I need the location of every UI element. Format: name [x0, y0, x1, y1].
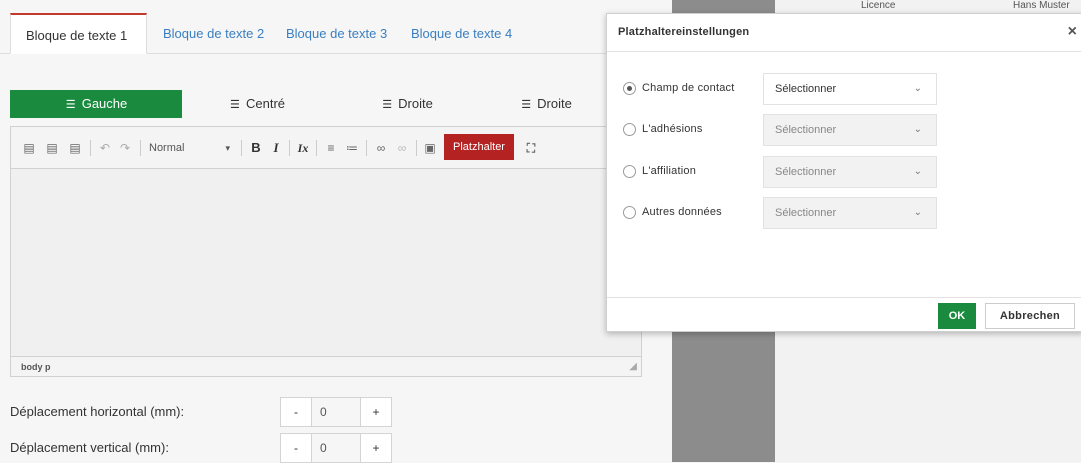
editor-toolbar: ▤ ▤ ▤ ↶ ↷ Normal ▾ B I Ix ≡ ≔ ∞ ∞ ▣ Plat…	[11, 127, 641, 169]
toolbar-separator	[366, 140, 367, 156]
horizontal-offset-input[interactable]: 0	[312, 397, 360, 427]
toolbar-separator	[90, 140, 91, 156]
affiliation-select[interactable]: Sélectionner ⌄	[763, 156, 937, 188]
align-left-icon: ☰	[65, 99, 76, 111]
option-contact-field: Champ de contact Sélectionner ⌄	[623, 73, 943, 105]
rich-text-editor: ▤ ▤ ▤ ↶ ↷ Normal ▾ B I Ix ≡ ≔ ∞ ∞ ▣ Plat…	[10, 126, 642, 377]
placeholder-settings-dialog: Platzhaltereinstellungen × Champ de cont…	[606, 13, 1081, 332]
column-header-licence: Licence	[861, 0, 896, 11]
unlink-icon[interactable]: ∞	[394, 140, 410, 156]
editor-content-area[interactable]	[11, 170, 641, 355]
align-justify-button[interactable]: ☰ Droite	[482, 90, 610, 118]
vertical-offset-row: Déplacement vertical (mm): - 0 +	[10, 433, 410, 463]
paste-word-icon[interactable]: ▤	[67, 140, 83, 156]
contact-field-select[interactable]: Sélectionner ⌄	[763, 73, 937, 105]
option-label: Autres données	[642, 206, 722, 218]
other-data-select[interactable]: Sélectionner ⌄	[763, 197, 937, 229]
radio-contact-field[interactable]	[623, 82, 636, 95]
numbered-list-icon[interactable]: ≡	[323, 140, 339, 156]
align-left-button[interactable]: ☰ Gauche	[10, 90, 182, 118]
ok-button[interactable]: OK	[938, 303, 976, 329]
horizontal-decrement-button[interactable]: -	[280, 397, 312, 427]
toolbar-separator	[289, 140, 290, 156]
chevron-down-icon: ▾	[225, 143, 230, 153]
bulleted-list-icon[interactable]: ≔	[344, 140, 360, 156]
horizontal-offset-row: Déplacement horizontal (mm): - 0 +	[10, 397, 410, 427]
membership-select[interactable]: Sélectionner ⌄	[763, 114, 937, 146]
vertical-decrement-button[interactable]: -	[280, 433, 312, 463]
chevron-down-icon: ⌄	[913, 124, 922, 135]
vertical-offset-input[interactable]: 0	[312, 433, 360, 463]
toolbar-separator	[241, 140, 242, 156]
resize-handle-icon[interactable]: ◢	[629, 357, 637, 377]
horizontal-offset-stepper: - 0 +	[280, 397, 405, 427]
placeholder-button[interactable]: Platzhalter	[444, 134, 514, 160]
radio-affiliation[interactable]	[623, 165, 636, 178]
tab-text-block-3[interactable]: Bloque de texte 3	[286, 13, 387, 54]
tab-text-block-2[interactable]: Bloque de texte 2	[163, 13, 264, 54]
chevron-down-icon: ⌄	[913, 207, 922, 218]
redo-icon[interactable]: ↷	[117, 140, 133, 156]
align-center-button[interactable]: ☰ Centré	[182, 90, 332, 118]
option-label: L'affiliation	[642, 165, 697, 177]
horizontal-increment-button[interactable]: +	[360, 397, 392, 427]
bold-icon[interactable]: B	[248, 140, 264, 156]
undo-icon[interactable]: ↶	[97, 140, 113, 156]
close-icon[interactable]: ×	[1068, 23, 1077, 41]
editor-element-path: body p ◢	[11, 356, 641, 376]
cancel-button[interactable]: Abbrechen	[985, 303, 1075, 329]
toolbar-separator	[416, 140, 417, 156]
tab-text-block-4[interactable]: Bloque de texte 4	[411, 13, 512, 54]
tab-text-block-1[interactable]: Bloque de texte 1	[10, 13, 147, 54]
option-label: Champ de contact	[642, 82, 735, 94]
horizontal-offset-label: Déplacement horizontal (mm):	[10, 404, 185, 419]
column-header-name: Hans Muster	[1013, 0, 1070, 11]
align-right-button[interactable]: ☰ Droite	[332, 90, 482, 118]
vertical-offset-label: Déplacement vertical (mm):	[10, 440, 169, 455]
toolbar-separator	[140, 140, 141, 156]
option-affiliation: L'affiliation Sélectionner ⌄	[623, 156, 943, 188]
paste-text-icon[interactable]: ▤	[44, 140, 60, 156]
remove-format-icon[interactable]: Ix	[295, 140, 311, 156]
format-select[interactable]: Normal ▾	[149, 140, 234, 156]
align-right-icon: ☰	[382, 99, 393, 111]
text-block-tabs: Bloque de texte 1 Bloque de texte 2 Bloq…	[0, 13, 655, 54]
image-icon[interactable]: ▣	[422, 140, 438, 156]
dialog-footer: OK Abbrechen	[607, 297, 1081, 331]
italic-icon[interactable]: I	[268, 140, 284, 156]
toolbar-separator	[316, 140, 317, 156]
chevron-down-icon: ⌄	[913, 83, 922, 94]
radio-other-data[interactable]	[623, 206, 636, 219]
alignment-buttons: ☰ Gauche ☰ Centré ☰ Droite ☰ Droite	[10, 90, 610, 118]
paste-icon[interactable]: ▤	[21, 140, 37, 156]
option-membership: L'adhésions Sélectionner ⌄	[623, 114, 943, 146]
option-label: L'adhésions	[642, 123, 703, 135]
chevron-down-icon: ⌄	[913, 166, 922, 177]
radio-membership[interactable]	[623, 123, 636, 136]
dialog-header: Platzhaltereinstellungen ×	[607, 14, 1081, 52]
option-other-data: Autres données Sélectionner ⌄	[623, 197, 943, 229]
align-center-icon: ☰	[230, 99, 240, 111]
maximize-icon[interactable]: ⛶	[523, 140, 539, 156]
link-icon[interactable]: ∞	[373, 140, 389, 156]
vertical-increment-button[interactable]: +	[360, 433, 392, 463]
align-justify-icon: ☰	[521, 99, 532, 111]
dialog-title: Platzhaltereinstellungen	[618, 26, 750, 38]
vertical-offset-stepper: - 0 +	[280, 433, 405, 463]
